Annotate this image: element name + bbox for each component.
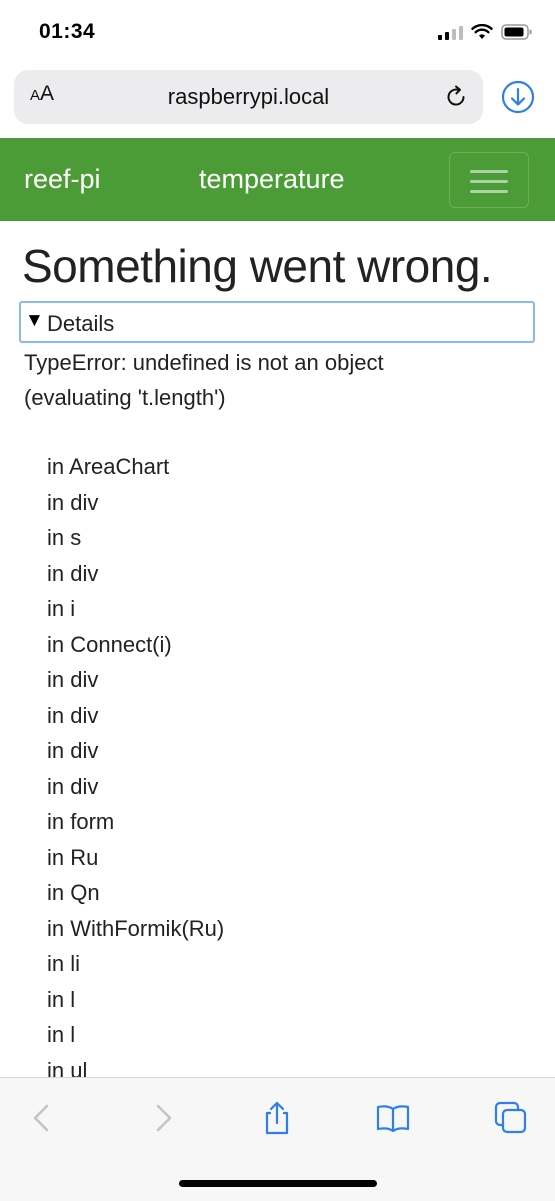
forward-icon[interactable] bbox=[144, 1100, 180, 1136]
stack-line: in WithFormik(Ru) bbox=[47, 915, 225, 941]
stack-line: in form bbox=[47, 809, 115, 834]
error-content: Something went wrong. ▼ Details TypeErro… bbox=[0, 221, 555, 1077]
stack-line: in div bbox=[47, 667, 99, 692]
stack-line: in div bbox=[47, 702, 99, 728]
share-icon[interactable] bbox=[259, 1100, 295, 1136]
component-stack: in AreaChart in div in s in div in i in … bbox=[47, 449, 224, 1077]
bookmarks-icon[interactable] bbox=[375, 1100, 411, 1136]
status-time: 01:34 bbox=[39, 20, 96, 43]
stack-line: in ul bbox=[47, 1057, 88, 1078]
details-summary[interactable]: ▼ Details bbox=[19, 301, 535, 343]
stack-line: in div bbox=[47, 738, 99, 763]
error-heading: Something went wrong. bbox=[22, 240, 493, 292]
page-title: temperature bbox=[199, 164, 345, 194]
status-bar: 01:34 bbox=[0, 0, 555, 64]
error-message: TypeError: undefined is not an object (e… bbox=[24, 345, 534, 415]
stack-line: in div bbox=[47, 773, 99, 799]
home-indicator[interactable] bbox=[179, 1180, 377, 1187]
stack-line: in li bbox=[47, 951, 81, 976]
stack-line: in i bbox=[47, 596, 76, 621]
stack-line: in Connect(i) bbox=[47, 631, 172, 657]
stack-line: in AreaChart bbox=[47, 454, 170, 479]
signal-icon bbox=[438, 24, 463, 40]
stack-line: in Qn bbox=[47, 880, 100, 905]
wifi-icon bbox=[471, 24, 493, 39]
url-text[interactable]: raspberrypi.local bbox=[14, 84, 483, 110]
stack-line: in div bbox=[47, 560, 99, 586]
brand-link[interactable]: reef-pi bbox=[24, 164, 101, 195]
error-message-line: TypeError: undefined is not an object bbox=[24, 350, 384, 375]
stack-line: in Ru bbox=[47, 844, 99, 870]
menu-toggle-button[interactable] bbox=[449, 152, 529, 208]
stack-line: in div bbox=[47, 489, 99, 515]
stack-line: in s bbox=[47, 525, 82, 550]
app-navbar: reef-pi temperature bbox=[0, 138, 555, 221]
error-message-line: (evaluating 't.length') bbox=[24, 385, 226, 410]
browser-address-area: AA raspberrypi.local bbox=[0, 64, 555, 138]
menu-toggle-icon bbox=[470, 170, 508, 173]
status-icons bbox=[438, 24, 533, 40]
reload-icon[interactable] bbox=[443, 84, 469, 110]
stack-line: in l bbox=[47, 1022, 76, 1047]
tabs-icon[interactable] bbox=[493, 1100, 529, 1136]
disclosure-triangle-icon: ▼ bbox=[25, 310, 44, 331]
download-icon[interactable] bbox=[501, 80, 535, 114]
stack-line: in l bbox=[47, 986, 76, 1012]
back-icon[interactable] bbox=[25, 1100, 61, 1136]
address-bar[interactable]: AA raspberrypi.local bbox=[14, 70, 483, 124]
battery-icon bbox=[501, 24, 532, 40]
details-label: Details bbox=[47, 311, 115, 336]
